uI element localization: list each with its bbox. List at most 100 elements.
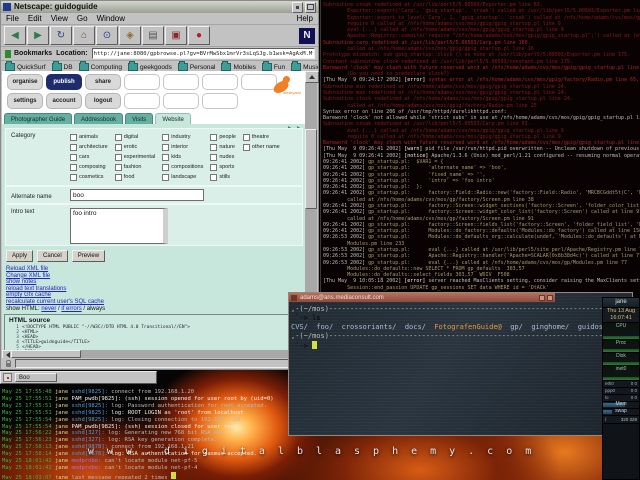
bookmarks-label[interactable]: Bookmarks	[14, 50, 52, 57]
nav-button-publish[interactable]: publish	[46, 74, 82, 90]
intro-text-area[interactable]: foo intro	[70, 208, 168, 244]
nav-button-empty[interactable]	[202, 93, 238, 109]
checkbox[interactable]	[115, 134, 122, 141]
forward-button[interactable]: ▶	[27, 26, 49, 45]
checkbox[interactable]	[162, 134, 169, 141]
checkbox[interactable]	[210, 144, 217, 151]
category-option-nature[interactable]: nature	[210, 142, 236, 152]
checkbox[interactable]	[162, 154, 169, 161]
link-reload-text-translations[interactable]: reload text translations	[6, 286, 105, 293]
horizontal-scrollbar[interactable]	[2, 350, 319, 358]
shell-maximize-button[interactable]	[547, 295, 553, 301]
alternate-name-input[interactable]	[70, 189, 204, 201]
taskbar-item[interactable]: Boo	[15, 373, 57, 382]
menu-view[interactable]: View	[51, 14, 68, 24]
apply-button[interactable]: Apply	[6, 250, 33, 262]
category-option-compositions[interactable]: compositions	[162, 162, 203, 172]
bookmark-folder-db[interactable]: DB	[52, 63, 73, 71]
link-recalculate-current-user-s-sql-cache[interactable]: recalculate current user's SQL cache	[6, 299, 105, 306]
link-show-notes[interactable]: show notes	[6, 279, 105, 286]
minimize-button[interactable]	[292, 2, 303, 13]
checkbox[interactable]	[70, 134, 77, 141]
nav-button-empty[interactable]	[202, 74, 238, 90]
category-option-animals[interactable]: animals	[70, 132, 108, 142]
category-option-landscape[interactable]: landscape	[162, 172, 203, 182]
checkbox[interactable]	[243, 144, 250, 151]
checkbox[interactable]	[210, 154, 217, 161]
category-option-other-name[interactable]: other name	[243, 142, 280, 152]
shell-minimize-button[interactable]	[539, 295, 545, 301]
link-reload-xml-file[interactable]: Reload XML file	[6, 266, 105, 273]
checkbox[interactable]	[162, 174, 169, 181]
checkbox[interactable]	[70, 174, 77, 181]
category-option-composing[interactable]: composing	[70, 162, 108, 172]
nav-button-empty[interactable]	[124, 74, 160, 90]
category-option-erotic[interactable]: erotic	[115, 142, 156, 152]
category-option-architecture[interactable]: architecture	[70, 142, 108, 152]
category-option-sports[interactable]: sports	[210, 162, 236, 172]
show-html-option-if-errors[interactable]: if errors	[61, 306, 81, 312]
nav-button-account[interactable]: account	[46, 93, 82, 109]
checkbox[interactable]	[115, 154, 122, 161]
checkbox[interactable]	[210, 174, 217, 181]
category-option-people[interactable]: people	[210, 132, 236, 142]
checkbox[interactable]	[115, 144, 122, 151]
scroll-up-icon[interactable]	[305, 71, 319, 83]
search-button[interactable]: ⊙	[96, 26, 118, 45]
bookmark-folder-music[interactable]: Music	[291, 63, 318, 71]
category-option-cosmetics[interactable]: cosmetics	[70, 172, 108, 182]
cancel-button[interactable]: Cancel	[37, 250, 68, 262]
vertical-scroll-thumb[interactable]	[305, 129, 317, 209]
maximize-button[interactable]	[305, 2, 316, 13]
show-html-option-never[interactable]: never	[41, 306, 56, 312]
category-option-industry[interactable]: industry	[162, 132, 203, 142]
error-log-terminal[interactable]: Subroutine croak redefined at /usr/lib/p…	[320, 0, 640, 292]
security-button[interactable]: ▣	[165, 26, 187, 45]
bookmark-icon[interactable]	[5, 50, 11, 58]
syslog-terminal[interactable]: May 25 17:55:48 jane sshd[9825]: connect…	[2, 389, 294, 479]
category-option-nudes[interactable]: nudes	[210, 152, 236, 162]
bookmark-folder-mobiles[interactable]: Mobiles	[221, 63, 255, 71]
bookmark-folder-geekgoods[interactable]: geekgoods	[128, 63, 172, 71]
category-option-kids[interactable]: kids	[162, 152, 203, 162]
nav-button-empty[interactable]	[163, 74, 199, 90]
menu-help[interactable]: Help	[297, 14, 313, 24]
checkbox[interactable]	[70, 164, 77, 171]
category-option-digital[interactable]: digital	[115, 132, 156, 142]
home-button[interactable]: ⌂	[73, 26, 95, 45]
guide-button[interactable]: ◈	[119, 26, 141, 45]
nav-button-empty[interactable]	[163, 93, 199, 109]
checkbox[interactable]	[70, 154, 77, 161]
throbber-logo[interactable]: N	[299, 28, 315, 44]
category-option-stills[interactable]: stills	[210, 172, 236, 182]
nav-button-logout[interactable]: logout	[85, 93, 121, 109]
stop-button[interactable]: ●	[188, 26, 210, 45]
bookmark-folder-quicksurf[interactable]: QuickSurf	[5, 63, 46, 71]
checkbox[interactable]	[70, 144, 77, 151]
url-input[interactable]	[92, 48, 315, 59]
back-button[interactable]: ◀	[4, 26, 26, 45]
menu-edit[interactable]: Edit	[28, 14, 42, 24]
link-empty-gfx-cache[interactable]: empty Gfx cache	[6, 292, 105, 299]
checkbox[interactable]	[210, 164, 217, 171]
security-lock-icon[interactable]	[6, 363, 11, 367]
nav-button-settings[interactable]: settings	[7, 93, 43, 109]
shell-terminal[interactable]: adams@ans.mediaconsult.com ,-(~/mos)----…	[288, 292, 633, 436]
checkbox[interactable]	[115, 174, 122, 181]
bookmark-folder-computing[interactable]: Computing	[79, 63, 122, 71]
bookmark-folder-fun[interactable]: Fun	[262, 63, 285, 71]
nav-button-share[interactable]: share	[85, 74, 121, 90]
preview-button[interactable]: Preview	[72, 250, 105, 262]
taskbar-icon[interactable]	[3, 373, 12, 382]
link-change-xml-file[interactable]: Change XML file	[6, 273, 105, 280]
checkbox[interactable]	[162, 164, 169, 171]
browser-titlebar[interactable]: Netscape: guidoguide	[1, 1, 318, 13]
category-option-food[interactable]: food	[115, 172, 156, 182]
checkbox[interactable]	[162, 144, 169, 151]
bookmark-folder-personal[interactable]: Personal	[178, 63, 216, 71]
category-option-interior[interactable]: interior	[162, 142, 203, 152]
checkbox[interactable]	[210, 134, 217, 141]
menu-file[interactable]: File	[6, 14, 19, 24]
reload-button[interactable]: ↻	[50, 26, 72, 45]
category-option-theatre[interactable]: theatre	[243, 132, 280, 142]
